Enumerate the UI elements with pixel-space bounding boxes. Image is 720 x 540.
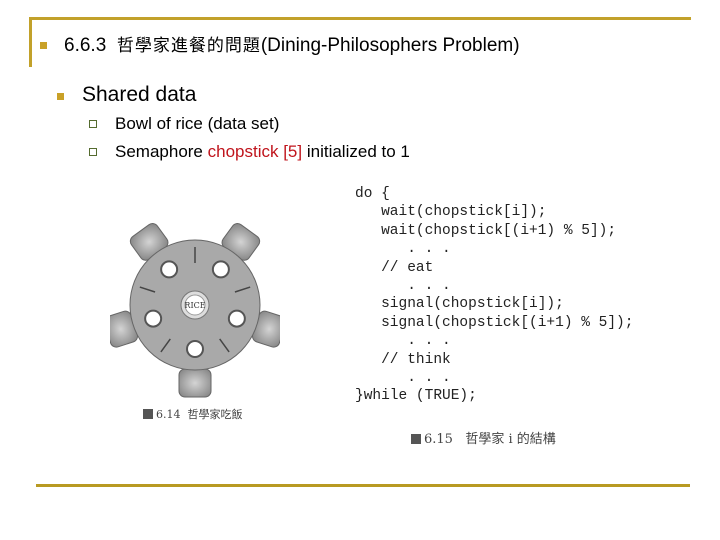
semaphore-suffix: initialized to 1 — [302, 142, 410, 161]
title-en: (Dining-Philosophers Problem) — [260, 35, 520, 56]
slide-title: 6.6.3 哲學家進餐的問題(Dining-Philosophers Probl… — [64, 31, 520, 57]
plate — [211, 260, 230, 279]
plate — [227, 309, 246, 328]
hollow-bullet-icon — [89, 148, 97, 156]
level1-bullet-icon — [57, 93, 64, 100]
hollow-bullet-icon — [89, 120, 97, 128]
chair — [178, 368, 212, 398]
figure-icon — [411, 434, 421, 444]
code-line: . . . — [355, 241, 451, 258]
shared-data-heading: Shared data — [82, 83, 197, 106]
rice-label: RICE — [184, 301, 205, 310]
code-line: // think — [355, 351, 451, 368]
figure-6-14-caption: 6.14 哲學家吃飯 — [143, 406, 243, 422]
code-line: . . . — [355, 333, 451, 350]
semaphore-prefix: Semaphore — [115, 142, 208, 161]
plate — [160, 260, 179, 279]
code-line: . . . — [355, 278, 451, 295]
dining-table-figure: RICE — [110, 223, 280, 398]
caption-text: 哲學家 i 的結構 — [465, 432, 556, 447]
code-line: wait(chopstick[(i+1) % 5]); — [355, 222, 617, 239]
philosopher-code: do { wait(chopstick[i]); wait(chopstick[… — [355, 185, 633, 406]
code-line: // eat — [355, 259, 434, 276]
plate — [186, 340, 204, 358]
figure-6-15-caption: 6.15 哲學家 i 的結構 — [411, 428, 556, 447]
code-line: signal(chopstick[i]); — [355, 296, 564, 313]
code-line: wait(chopstick[i]); — [355, 204, 547, 221]
plate — [144, 309, 163, 328]
left-rule — [29, 17, 32, 67]
title-bullet-icon — [40, 42, 47, 49]
bottom-rule — [36, 484, 690, 487]
bowl-item: Bowl of rice (data set) — [115, 114, 280, 133]
title-number: 6.6.3 — [64, 35, 107, 56]
figure-icon — [143, 409, 153, 419]
code-line: do { — [355, 186, 390, 202]
semaphore-highlight: chopstick [5] — [207, 142, 303, 161]
caption-num: 6.14 — [156, 408, 181, 421]
code-line: . . . — [355, 370, 451, 387]
caption-text: 哲學家吃飯 — [187, 408, 243, 421]
semaphore-item: Semaphore chopstick [5] initialized to 1 — [115, 142, 410, 162]
title-cjk: 哲學家進餐的問題 — [116, 36, 261, 56]
caption-num: 6.15 — [424, 432, 453, 447]
code-line: signal(chopstick[(i+1) % 5]); — [355, 314, 634, 331]
top-rule — [29, 17, 691, 20]
code-line: }while (TRUE); — [355, 388, 477, 405]
